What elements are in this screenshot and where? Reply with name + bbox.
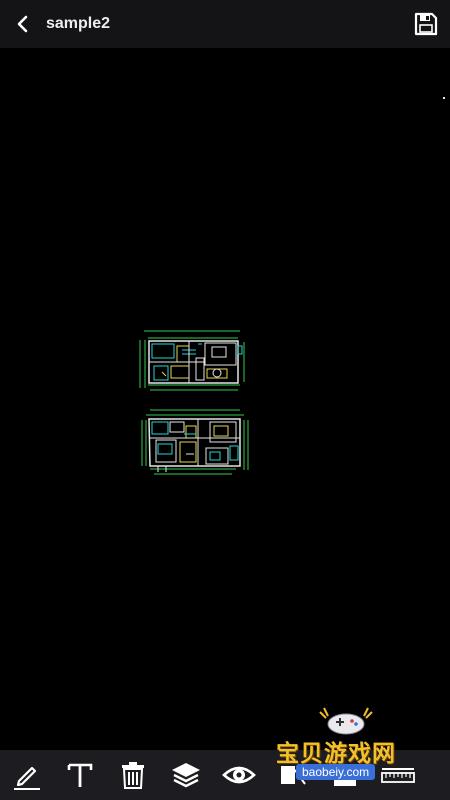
view-tool-button[interactable] bbox=[212, 750, 265, 800]
text-tool-button[interactable] bbox=[53, 750, 106, 800]
measure-icon bbox=[280, 766, 306, 785]
drawing-canvas[interactable] bbox=[0, 48, 450, 750]
pencil-icon bbox=[13, 766, 40, 790]
fill-tool-button[interactable] bbox=[318, 750, 371, 800]
eye-icon bbox=[221, 766, 256, 784]
layers-tool-button[interactable] bbox=[159, 750, 212, 800]
upper-floor-plan bbox=[139, 330, 245, 391]
text-icon bbox=[67, 763, 92, 787]
pencil-tool-button[interactable] bbox=[0, 750, 53, 800]
delete-tool-button[interactable] bbox=[106, 750, 159, 800]
app-bar: sample2 bbox=[0, 0, 450, 48]
ruler-icon bbox=[380, 768, 415, 783]
trash-icon bbox=[121, 762, 144, 789]
layers-icon bbox=[171, 763, 200, 788]
document-title: sample2 bbox=[46, 15, 111, 32]
back-arrow-icon bbox=[17, 15, 28, 33]
save-floppy-icon bbox=[414, 12, 438, 36]
floor-plan-drawing bbox=[139, 97, 445, 475]
bottom-toolbar bbox=[0, 750, 450, 800]
fill-icon bbox=[333, 763, 356, 786]
measure-tool-button[interactable] bbox=[265, 750, 318, 800]
save-button[interactable] bbox=[412, 10, 440, 38]
lower-floor-plan bbox=[141, 409, 249, 475]
back-button[interactable] bbox=[0, 0, 46, 48]
ruler-tool-button[interactable] bbox=[371, 750, 424, 800]
